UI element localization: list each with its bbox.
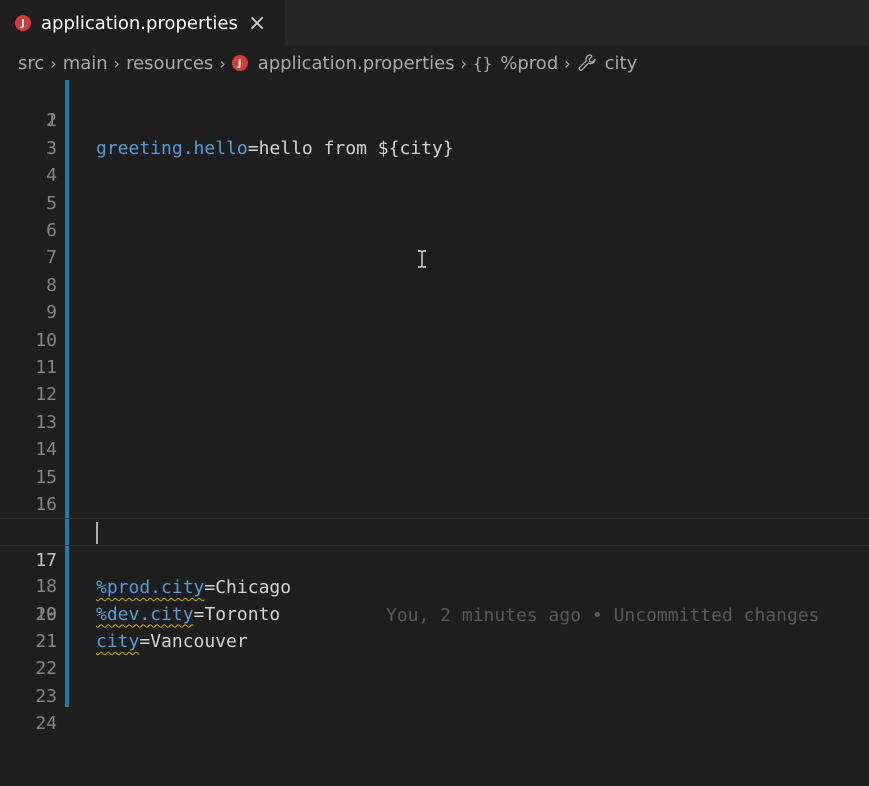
code-line[interactable]: 22 — [0, 655, 869, 682]
code-line[interactable]: 21 — [0, 628, 869, 655]
line-number: 3 — [46, 137, 57, 159]
code-line[interactable]: 10 — [0, 327, 869, 354]
breadcrumb-item-property[interactable]: city — [605, 53, 638, 74]
code-line[interactable]: 12 — [0, 381, 869, 408]
line-number: 9 — [46, 302, 57, 324]
tab-application-properties[interactable]: J application.properties × — [0, 0, 285, 46]
code-line[interactable]: 5 — [0, 190, 869, 217]
code-line[interactable]: 24 — [0, 710, 869, 737]
breadcrumb-item-main[interactable]: main — [63, 53, 108, 74]
breadcrumb-item-profile[interactable]: %prod — [500, 53, 558, 74]
wrench-icon — [577, 53, 597, 73]
line-number: 14 — [35, 439, 57, 461]
code-line[interactable]: 8 — [0, 272, 869, 299]
breadcrumb-item-src[interactable]: src — [18, 53, 44, 74]
chevron-right-icon: › — [460, 53, 467, 73]
code-line-current[interactable]: 17 %prod.city=Chicago You, 2 minutes ago… — [0, 518, 869, 626]
breadcrumb-item-file[interactable]: application.properties — [258, 53, 455, 74]
line-number: 6 — [46, 220, 57, 241]
code-line[interactable]: 4 — [0, 162, 869, 189]
tab-bar: J application.properties × — [0, 0, 869, 46]
text-cursor — [96, 522, 98, 545]
breadcrumb-item-resources[interactable]: resources — [126, 53, 213, 74]
chevron-right-icon: › — [50, 53, 57, 73]
code-line[interactable]: 18 %dev.city=Toronto — [0, 546, 869, 624]
chevron-right-icon: › — [113, 53, 121, 73]
chevron-right-icon: › — [564, 53, 571, 73]
code-line[interactable]: 16 — [0, 491, 869, 518]
line-number: 5 — [46, 192, 57, 214]
code-line[interactable]: 11 — [0, 354, 869, 381]
line-number: 15 — [35, 466, 57, 488]
line-number: 24 — [35, 713, 57, 735]
line-number: 23 — [35, 685, 57, 707]
code-line[interactable]: 7 — [0, 244, 869, 271]
line-number: 4 — [46, 165, 57, 187]
code-line[interactable]: 23 — [0, 683, 869, 710]
code-line[interactable]: 3 — [0, 135, 869, 162]
line-number: 10 — [35, 329, 57, 351]
line-number: 12 — [35, 384, 57, 406]
code-line[interactable]: 1 greeting.hello=hello from ${city} — [0, 80, 869, 158]
line-number: 8 — [46, 274, 57, 296]
line-number: 13 — [35, 411, 57, 433]
line-number: 21 — [35, 631, 57, 652]
chevron-right-icon: › — [219, 53, 226, 73]
java-icon: J — [231, 55, 248, 71]
ibeam-cursor-icon — [418, 250, 426, 268]
line-number: 11 — [35, 357, 57, 378]
line-number: 22 — [35, 658, 57, 680]
line-number: 7 — [46, 247, 57, 269]
code-line[interactable]: 19 city=Vancouver — [0, 573, 869, 652]
breadcrumb: src › main › resources › J application.p… — [18, 48, 637, 78]
close-icon[interactable]: × — [248, 11, 266, 36]
braces-icon: {} — [473, 53, 493, 73]
code-line[interactable]: 15 — [0, 464, 869, 491]
code-line[interactable]: 13 — [0, 409, 869, 436]
code-line[interactable]: 20 — [0, 601, 869, 628]
code-editor[interactable]: 1 greeting.hello=hello from ${city} 2 3 … — [0, 79, 869, 786]
java-icon: J — [15, 15, 31, 31]
line-number: 20 — [35, 603, 57, 625]
code-line[interactable]: 2 — [0, 107, 869, 134]
code-line[interactable]: 6 — [0, 217, 869, 244]
tab-label: application.properties — [41, 12, 238, 34]
code-line[interactable]: 14 — [0, 436, 869, 463]
line-number: 16 — [35, 494, 57, 515]
line-number: 2 — [46, 110, 57, 132]
code-line[interactable]: 9 — [0, 299, 869, 326]
